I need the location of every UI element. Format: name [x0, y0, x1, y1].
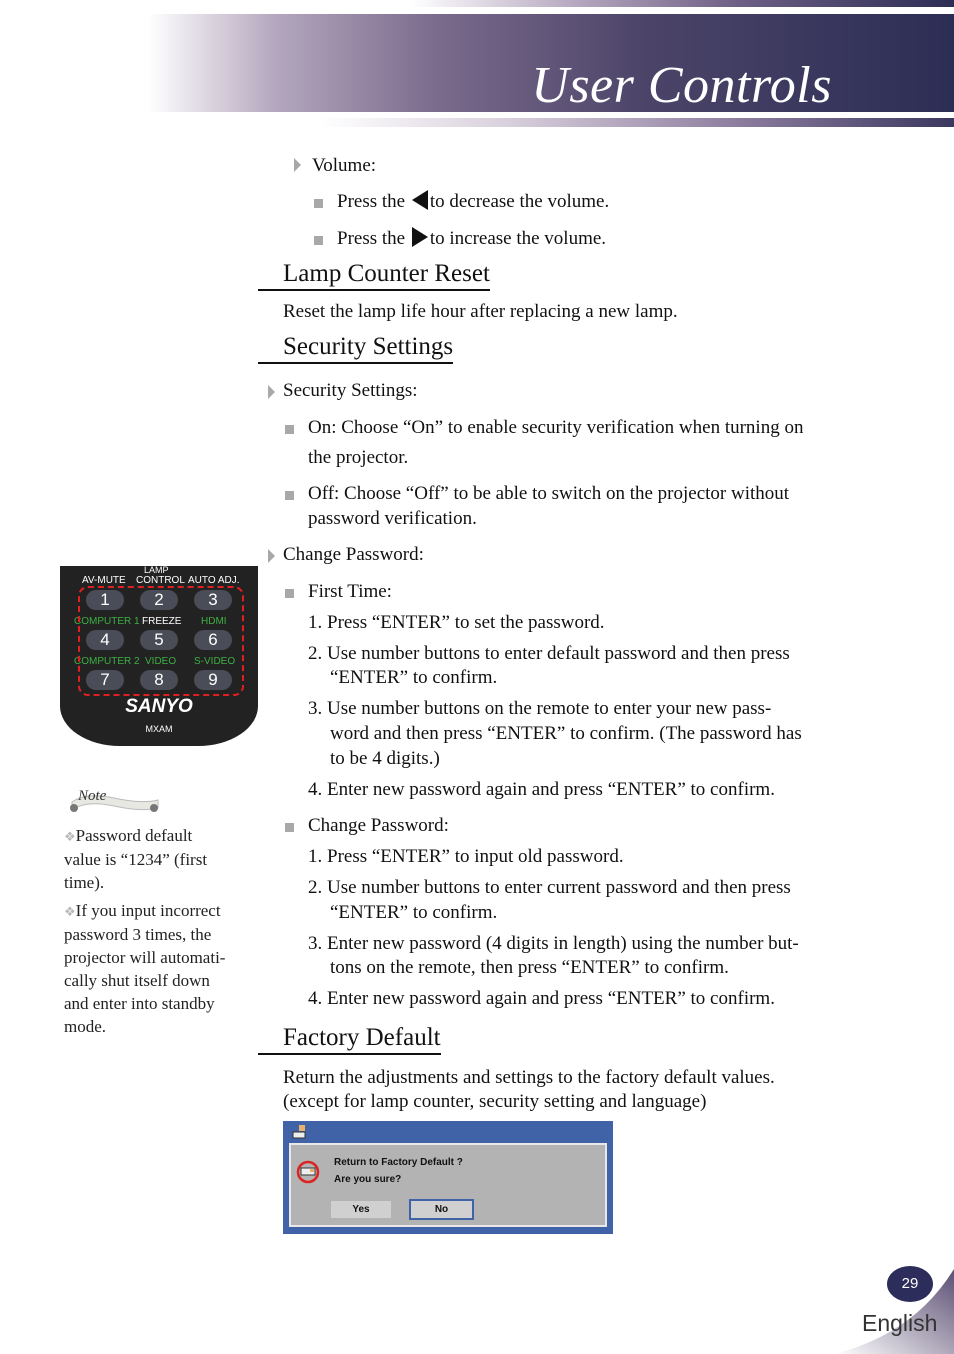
- square-bullet-icon: [314, 236, 323, 245]
- remote-label-av-mute: AV-MUTE: [82, 575, 126, 586]
- yes-button[interactable]: Yes: [331, 1201, 391, 1218]
- dialog-body: Return to Factory Default ? Are you sure…: [289, 1143, 607, 1227]
- square-bullet-icon: [285, 425, 294, 434]
- first-time-label: First Time:: [308, 581, 392, 602]
- note-line: cally shut itself down: [64, 971, 210, 990]
- text: Password default: [75, 826, 193, 845]
- square-bullet-icon: [285, 491, 294, 500]
- change-password-label: Change Password:: [308, 815, 449, 836]
- top-decorative-bar: [410, 0, 954, 7]
- volume-label: Volume:: [312, 155, 377, 176]
- note-scroll-icon: Note: [70, 788, 159, 812]
- remote-label-lamp: LAMP: [144, 566, 169, 575]
- change-password-section-label: Change Password:: [283, 544, 424, 565]
- right-triangle-icon: [411, 227, 428, 247]
- page-title: User Controls: [531, 57, 832, 114]
- factory-default-dialog: Return to Factory Default ? Are you sure…: [283, 1121, 613, 1234]
- lamp-counter-heading: Lamp Counter Reset: [258, 259, 490, 291]
- highlight-dashed-border: [78, 586, 244, 696]
- first-time-step-2-cont: “ENTER” to confirm.: [330, 667, 498, 688]
- note-title: Note: [77, 788, 107, 804]
- note-line: and enter into standby: [64, 994, 215, 1013]
- text: Press the: [337, 228, 406, 249]
- note-line: password 3 times, the: [64, 925, 212, 944]
- note-item-1: ❖Password default value is “1234” (first…: [64, 824, 260, 894]
- remote-label-auto-adj: AUTO ADJ.: [188, 575, 240, 586]
- arrow-bullet-icon: [268, 385, 275, 399]
- factory-default-line1: Return the adjustments and settings to t…: [283, 1067, 775, 1088]
- text: to decrease the volume.: [429, 191, 610, 212]
- text: If you input incorrect: [75, 901, 221, 920]
- remote-label-control: CONTROL: [136, 575, 185, 586]
- note-line: ❖Password default: [64, 824, 260, 848]
- change-password-step-2: 2. Use number buttons to enter current p…: [308, 877, 791, 898]
- arrow-bullet-icon: [294, 158, 301, 172]
- change-password-step-1: 1. Press “ENTER” to input old password.: [308, 846, 624, 867]
- header-underline-bar: [320, 118, 954, 127]
- dialog-message-line2: Are you sure?: [334, 1174, 402, 1185]
- language-label: English: [862, 1310, 938, 1336]
- lamp-counter-body: Reset the lamp life hour after replacing…: [283, 301, 678, 322]
- left-triangle-icon: [411, 190, 428, 210]
- reset-icon: [296, 1160, 320, 1184]
- arrow-bullet-icon: [268, 549, 275, 563]
- security-settings-label: Security Settings:: [283, 380, 418, 401]
- volume-decrease-item: Press the to decrease the volume.: [337, 190, 609, 214]
- security-off-line2: password verification.: [308, 508, 477, 529]
- model-label: MXAM: [145, 724, 173, 734]
- note-line: time).: [64, 873, 105, 892]
- security-heading: Security Settings: [258, 332, 454, 364]
- note-line: value is “1234” (first: [64, 850, 208, 869]
- brand-logo: SANYO: [125, 696, 193, 717]
- square-bullet-icon: [314, 199, 323, 208]
- security-on-line1: On: Choose “On” to enable security verif…: [308, 417, 804, 438]
- security-on-line2: the projector.: [308, 447, 409, 468]
- diamond-bullet-icon: ❖: [64, 904, 76, 919]
- security-off-line1: Off: Choose “Off” to be able to switch o…: [308, 483, 790, 504]
- note-line: projector will automati-: [64, 948, 226, 967]
- remote-control-illustration: LAMP AV-MUTE CONTROL AUTO ADJ. 1 2 3 COM…: [60, 566, 258, 746]
- first-time-step-3-cont: word and then press “ENTER” to confirm. …: [330, 723, 802, 744]
- note-item-2: ❖If you input incorrect password 3 times…: [64, 899, 260, 1038]
- text: Press the: [337, 191, 406, 212]
- dialog-message-line1: Return to Factory Default ?: [334, 1157, 463, 1168]
- page-corner-decoration: [834, 1269, 954, 1354]
- factory-default-heading: Factory Default: [258, 1023, 441, 1055]
- no-button[interactable]: No: [409, 1199, 474, 1220]
- square-bullet-icon: [285, 823, 294, 832]
- square-bullet-icon: [285, 589, 294, 598]
- page-number: 29: [887, 1266, 933, 1302]
- header-banner: User Controls: [148, 14, 954, 114]
- change-password-step-2-cont: “ENTER” to confirm.: [330, 902, 498, 923]
- note-line: ❖If you input incorrect: [64, 899, 260, 923]
- factory-default-line2: (except for lamp counter, security setti…: [283, 1091, 707, 1112]
- first-time-step-4: 4. Enter new password again and press “E…: [308, 779, 775, 800]
- projector-menu-icon: [292, 1125, 306, 1139]
- diamond-bullet-icon: ❖: [64, 829, 76, 844]
- change-password-step-3: 3. Enter new password (4 digits in lengt…: [308, 933, 799, 954]
- first-time-step-1: 1. Press “ENTER” to set the password.: [308, 612, 605, 633]
- text: to increase the volume.: [429, 228, 607, 249]
- note-line: mode.: [64, 1017, 107, 1036]
- first-time-step-3-cont2: to be 4 digits.): [330, 748, 440, 769]
- first-time-step-2: 2. Use number buttons to enter default p…: [308, 643, 790, 664]
- volume-increase-item: Press the to increase the volume.: [337, 227, 606, 251]
- change-password-step-3-cont: tons on the remote, then press “ENTER” t…: [330, 957, 729, 978]
- change-password-step-4: 4. Enter new password again and press “E…: [308, 988, 775, 1009]
- first-time-step-3: 3. Use number buttons on the remote to e…: [308, 698, 772, 719]
